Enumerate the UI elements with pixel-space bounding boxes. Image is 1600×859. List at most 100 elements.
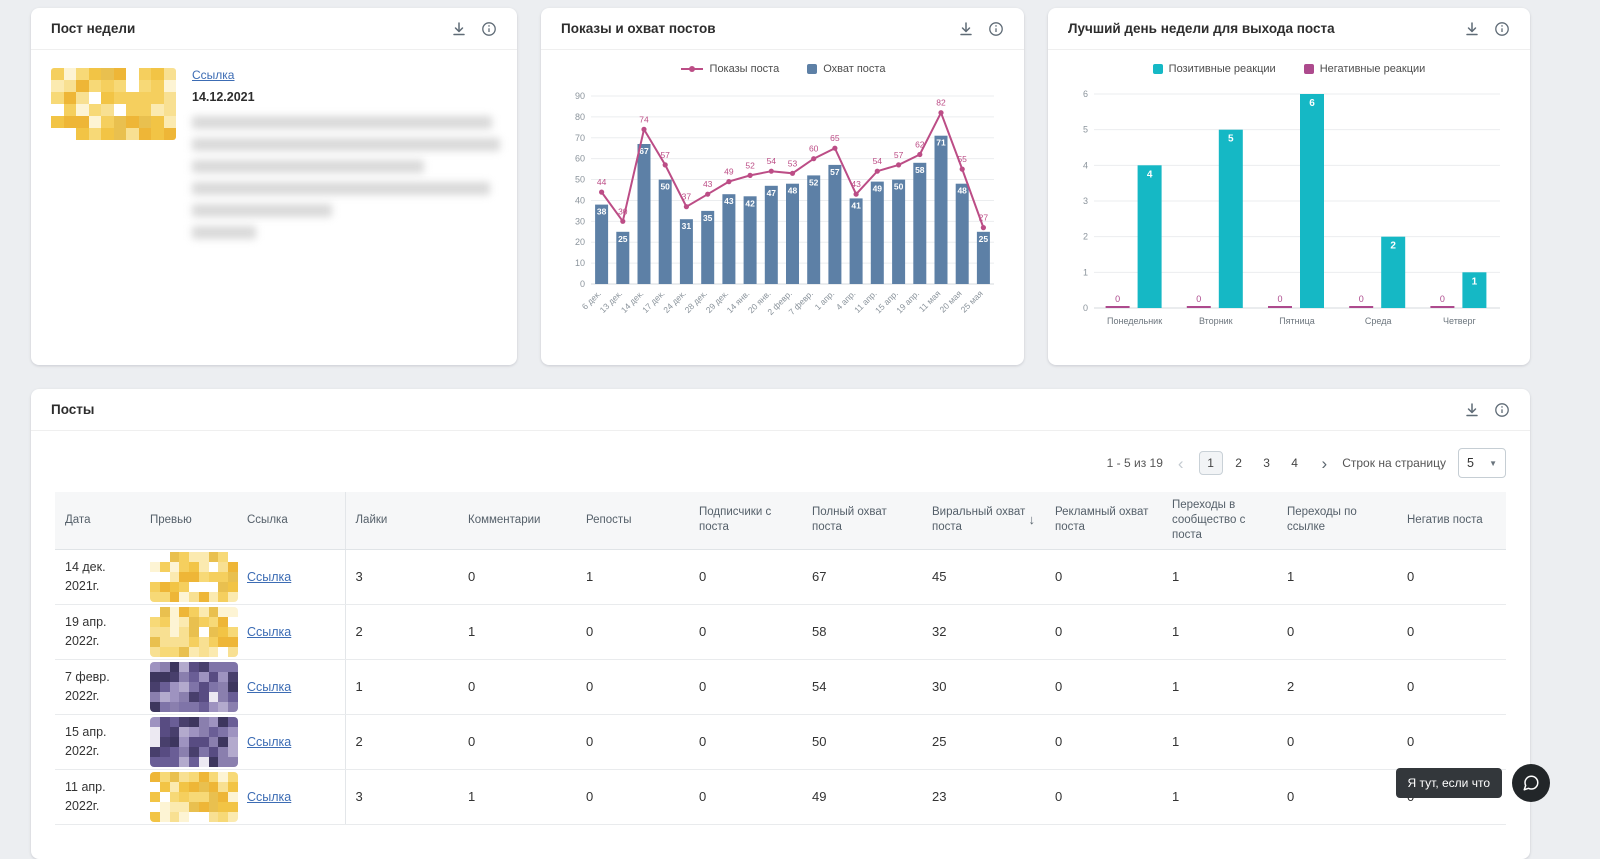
svg-text:20: 20: [575, 237, 585, 247]
svg-text:3: 3: [1083, 196, 1088, 206]
card-header: Лучший день недели для выхода поста: [1048, 8, 1530, 50]
info-icon[interactable]: [481, 21, 497, 37]
metric-cell: 67: [802, 549, 922, 604]
column-header-12[interactable]: Негатив поста: [1397, 492, 1506, 549]
column-header-11[interactable]: Переходы по ссылке: [1277, 492, 1397, 549]
download-icon[interactable]: [451, 21, 467, 37]
svg-text:40: 40: [575, 195, 585, 205]
column-header-4[interactable]: Комментарии: [458, 492, 576, 549]
svg-text:0: 0: [1359, 294, 1364, 304]
metric-cell: 1: [1277, 549, 1397, 604]
next-page-icon[interactable]: ›: [1319, 455, 1331, 472]
negative-series-icon: [1304, 64, 1314, 74]
metric-cell: 0: [1045, 549, 1162, 604]
download-icon[interactable]: [1464, 21, 1480, 37]
metric-cell: 49: [802, 769, 922, 824]
svg-text:17 дек.: 17 дек.: [640, 288, 667, 315]
svg-text:0: 0: [1083, 303, 1088, 313]
page-3-button[interactable]: 3: [1255, 451, 1279, 475]
legend-item-impressions[interactable]: Показы поста: [680, 63, 780, 75]
legend-item-reach[interactable]: Охват поста: [807, 63, 885, 75]
card-title: Пост недели: [51, 21, 135, 36]
post-link[interactable]: Ссылка: [192, 68, 500, 82]
download-icon[interactable]: [958, 21, 974, 37]
info-icon[interactable]: [988, 21, 1004, 37]
svg-text:60: 60: [575, 154, 585, 164]
impressions-reach-chart: 0102030405060708090382567503135434247485…: [561, 80, 1004, 342]
svg-text:43: 43: [703, 179, 713, 189]
page-1-button[interactable]: 1: [1199, 451, 1223, 475]
card-title: Посты: [51, 402, 94, 417]
metric-cell: 0: [576, 769, 689, 824]
column-header-9[interactable]: Рекламный охват поста: [1045, 492, 1162, 549]
svg-text:54: 54: [767, 156, 777, 166]
metric-cell: 0: [458, 659, 576, 714]
chat-button[interactable]: [1512, 764, 1550, 802]
column-header-8[interactable]: Виральный охват поста↓: [922, 492, 1045, 549]
legend-item-positive[interactable]: Позитивные реакции: [1153, 63, 1276, 75]
metric-cell: 45: [922, 549, 1045, 604]
prev-page-icon[interactable]: ‹: [1175, 455, 1187, 472]
column-header-5[interactable]: Репосты: [576, 492, 689, 549]
svg-text:47: 47: [767, 188, 777, 198]
svg-text:Пятница: Пятница: [1279, 316, 1315, 326]
svg-text:48: 48: [957, 186, 967, 196]
svg-text:Понедельник: Понедельник: [1107, 316, 1162, 326]
post-date-cell: 14 дек. 2021г.: [55, 549, 140, 604]
post-preview-cell: [140, 604, 237, 659]
post-link[interactable]: Ссылка: [247, 570, 291, 584]
metric-cell: 0: [1045, 769, 1162, 824]
chart-legend: Показы поста Охват поста: [541, 50, 1024, 78]
column-header-2[interactable]: Ссылка: [237, 492, 345, 549]
rows-per-page-select[interactable]: 5 ▼: [1458, 448, 1506, 478]
info-icon[interactable]: [1494, 21, 1510, 37]
metric-cell: 0: [1397, 604, 1506, 659]
metric-cell: 1: [458, 769, 576, 824]
page-2-button[interactable]: 2: [1227, 451, 1251, 475]
card-header: Пост недели: [31, 8, 517, 50]
svg-text:49: 49: [873, 184, 883, 194]
metric-cell: 0: [689, 604, 802, 659]
metric-cell: 32: [922, 604, 1045, 659]
column-header-6[interactable]: Подписчики с поста: [689, 492, 802, 549]
column-header-0[interactable]: Дата: [55, 492, 140, 549]
svg-text:74: 74: [639, 114, 649, 124]
metric-cell: 0: [576, 604, 689, 659]
metric-cell: 1: [576, 549, 689, 604]
post-link[interactable]: Ссылка: [247, 735, 291, 749]
metric-cell: 0: [1397, 659, 1506, 714]
metric-cell: 1: [1162, 659, 1277, 714]
svg-text:28 дек.: 28 дек.: [683, 288, 710, 315]
svg-text:13 дек.: 13 дек.: [598, 288, 625, 315]
column-header-3[interactable]: Лайки: [345, 492, 458, 549]
svg-text:1: 1: [1472, 276, 1478, 287]
svg-text:55: 55: [957, 154, 967, 164]
download-icon[interactable]: [1464, 402, 1480, 418]
post-link[interactable]: Ссылка: [247, 625, 291, 639]
column-header-1[interactable]: Превью: [140, 492, 237, 549]
svg-text:60: 60: [809, 144, 819, 154]
sort-desc-icon[interactable]: ↓: [1029, 512, 1036, 529]
svg-text:37: 37: [682, 192, 692, 202]
svg-text:41: 41: [851, 200, 861, 210]
metric-cell: 0: [576, 714, 689, 769]
svg-text:52: 52: [809, 177, 819, 187]
metric-cell: 3: [345, 769, 458, 824]
metric-cell: 0: [1045, 659, 1162, 714]
page-4-button[interactable]: 4: [1283, 451, 1307, 475]
svg-text:49: 49: [724, 167, 734, 177]
column-header-10[interactable]: Переходы в сообщество с поста: [1162, 492, 1277, 549]
metric-cell: 1: [345, 659, 458, 714]
svg-text:50: 50: [894, 182, 904, 192]
post-preview-image: [150, 772, 238, 822]
metric-cell: 0: [576, 659, 689, 714]
post-date-cell: 19 апр. 2022г.: [55, 604, 140, 659]
info-icon[interactable]: [1494, 402, 1510, 418]
column-header-7[interactable]: Полный охват поста: [802, 492, 922, 549]
legend-item-negative[interactable]: Негативные реакции: [1304, 63, 1426, 75]
card-title: Лучший день недели для выхода поста: [1068, 21, 1335, 36]
svg-text:4: 4: [1083, 160, 1088, 170]
post-link[interactable]: Ссылка: [247, 680, 291, 694]
post-link[interactable]: Ссылка: [247, 790, 291, 804]
svg-text:71: 71: [936, 138, 946, 148]
